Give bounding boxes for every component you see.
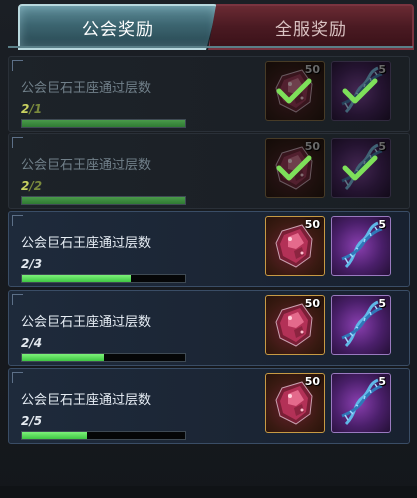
- quest-progress-text: 2/3: [21, 257, 42, 271]
- bottom-edge: [0, 486, 417, 498]
- quest-row: 公会巨石王座通过层数 2/1 50 5: [8, 56, 410, 132]
- progress-bar-fill: [22, 432, 88, 439]
- row-corner-ornament: [12, 215, 23, 226]
- reward-count: 5: [378, 375, 386, 388]
- quest-title: 公会巨石王座通过层数: [21, 315, 152, 330]
- quest-row: 公会巨石王座通过层数 2/3 50 5: [8, 211, 410, 287]
- reward-list[interactable]: 公会巨石王座通过层数 2/1 50 5 公会巨石王座通过层数 2/2 50 5 …: [8, 56, 410, 496]
- reward-count: 50: [304, 375, 320, 388]
- row-corner-ornament: [12, 60, 23, 71]
- row-corner-ornament: [12, 294, 23, 305]
- quest-row: 公会巨石王座通过层数 2/5 50 5: [8, 368, 410, 444]
- quest-progress-text: 2/4: [21, 336, 42, 350]
- reward-count: 5: [378, 140, 386, 153]
- quest-row: 公会巨石王座通过层数 2/4 50 5: [8, 290, 410, 366]
- progress-bar: [21, 353, 186, 362]
- quest-progress-text: 2/2: [21, 179, 42, 193]
- quest-title: 公会巨石王座通过层数: [21, 158, 152, 173]
- reward-slot[interactable]: 5: [331, 216, 391, 276]
- progress-bar-fill: [22, 197, 185, 204]
- reward-slot[interactable]: 5: [331, 295, 391, 355]
- reward-slot[interactable]: 50: [265, 138, 325, 198]
- quest-title: 公会巨石王座通过层数: [21, 236, 152, 251]
- quest-progress-text: 2/5: [21, 414, 42, 428]
- quest-title: 公会巨石王座通过层数: [21, 81, 152, 96]
- reward-count: 50: [304, 297, 320, 310]
- reward-slot[interactable]: 50: [265, 61, 325, 121]
- tab-divider: [8, 46, 413, 48]
- progress-bar: [21, 274, 186, 283]
- reward-slot[interactable]: 50: [265, 295, 325, 355]
- progress-total: /3: [29, 257, 43, 271]
- reward-count: 5: [378, 218, 386, 231]
- tab-server-rewards[interactable]: 全服奖励: [208, 4, 414, 50]
- progress-bar: [21, 196, 186, 205]
- progress-total: /4: [29, 336, 43, 350]
- row-corner-ornament: [12, 137, 23, 148]
- quest-progress-text: 2/1: [21, 102, 42, 116]
- tab-guild-rewards[interactable]: 公会奖励: [18, 4, 218, 50]
- tab-bar: 公会奖励 全服奖励: [0, 0, 417, 50]
- row-corner-ornament: [12, 372, 23, 383]
- reward-slot[interactable]: 50: [265, 216, 325, 276]
- progress-total: /1: [29, 102, 43, 116]
- progress-bar-fill: [22, 275, 132, 282]
- reward-panel: 公会奖励 全服奖励 公会巨石王座通过层数 2/1 50 5 公会巨石王座通过层数 2…: [0, 0, 417, 498]
- progress-bar: [21, 431, 186, 440]
- progress-total: /5: [29, 414, 43, 428]
- progress-bar: [21, 119, 186, 128]
- quest-row: 公会巨石王座通过层数 2/2 50 5: [8, 133, 410, 209]
- reward-count: 5: [378, 297, 386, 310]
- reward-count: 50: [304, 63, 320, 76]
- reward-slot[interactable]: 5: [331, 138, 391, 198]
- reward-slot[interactable]: 5: [331, 373, 391, 433]
- progress-bar-fill: [22, 120, 185, 127]
- reward-slot[interactable]: 50: [265, 373, 325, 433]
- progress-bar-fill: [22, 354, 104, 361]
- reward-count: 50: [304, 140, 320, 153]
- quest-title: 公会巨石王座通过层数: [21, 393, 152, 408]
- reward-count: 5: [378, 63, 386, 76]
- reward-slot[interactable]: 5: [331, 61, 391, 121]
- progress-total: /2: [29, 179, 43, 193]
- reward-count: 50: [304, 218, 320, 231]
